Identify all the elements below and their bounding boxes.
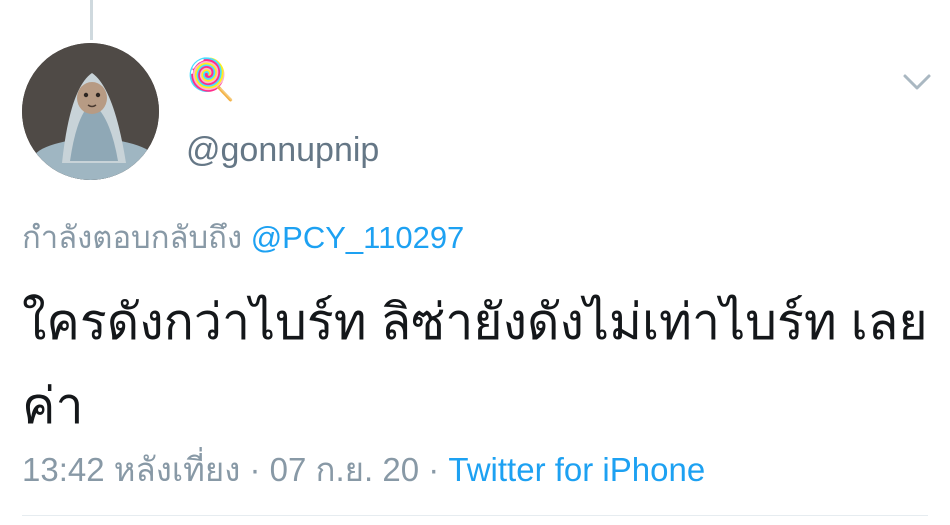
divider xyxy=(22,515,928,516)
thread-connector-line xyxy=(90,0,93,40)
tweet-source-link[interactable]: Twitter for iPhone xyxy=(448,451,705,488)
avatar-image xyxy=(22,43,159,180)
display-name[interactable]: 🍭 xyxy=(186,60,236,100)
meta-separator: · xyxy=(419,451,449,488)
reply-mention-link[interactable]: @PCY_110297 xyxy=(251,220,465,255)
tweet-text: ใครดังกว่าไบร์ท ลิซ่ายังดังไม่เท่าไบร์ท … xyxy=(22,294,928,434)
avatar[interactable] xyxy=(22,43,159,180)
tweet-metadata: 13:42 หลังเที่ยง · 07 ก.ย. 20 · Twitter … xyxy=(22,443,705,496)
meta-separator: · xyxy=(240,451,270,488)
reply-context: กำลังตอบกลับถึง @PCY_110297 xyxy=(22,212,464,262)
reply-prefix: กำลังตอบกลับถึง xyxy=(22,220,251,255)
tweet-date[interactable]: 07 ก.ย. 20 xyxy=(270,451,419,488)
user-handle[interactable]: @gonnupnip xyxy=(186,131,379,170)
chevron-down-icon[interactable] xyxy=(901,70,933,94)
tweet-time[interactable]: 13:42 หลังเที่ยง xyxy=(22,451,240,488)
